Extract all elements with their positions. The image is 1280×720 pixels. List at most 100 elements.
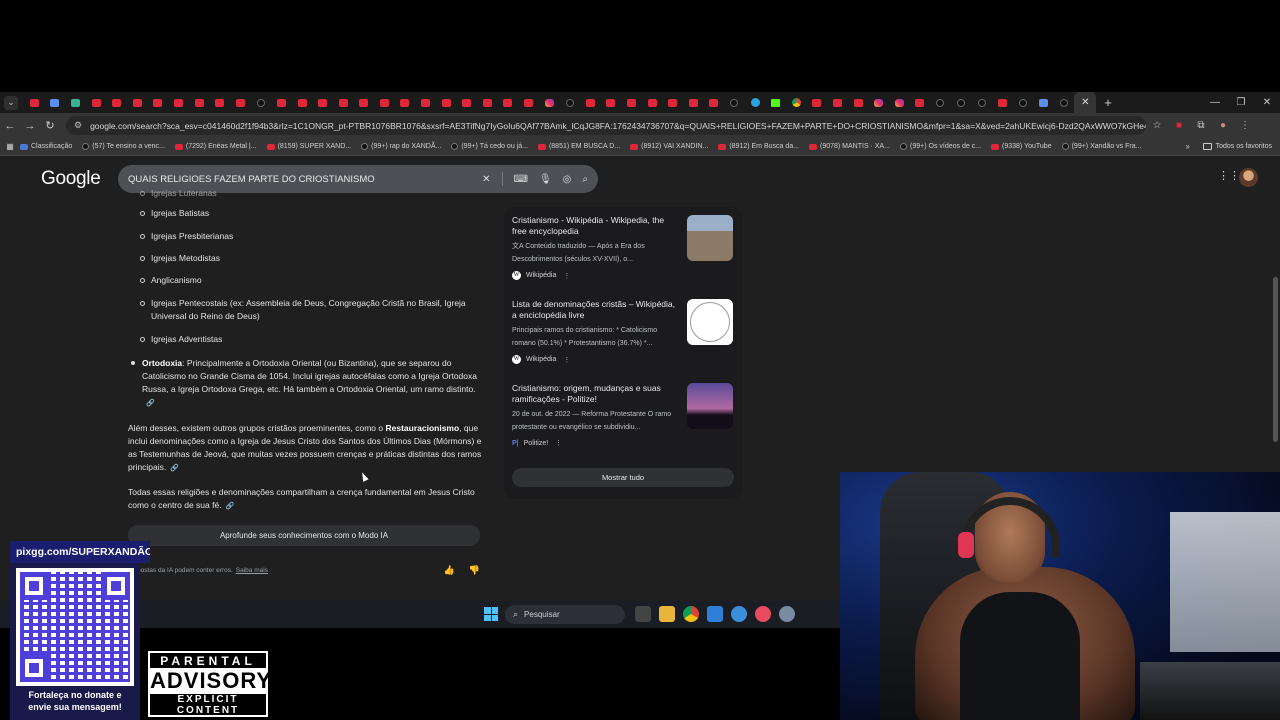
search-icon[interactable]: ⌕: [582, 174, 588, 185]
close-window-icon[interactable]: ✕: [1254, 92, 1280, 113]
browser-tab[interactable]: [86, 92, 107, 113]
bookmark-item[interactable]: (99+) rap do XANDÃ...: [361, 143, 441, 150]
task-view-icon[interactable]: [635, 606, 651, 622]
tab-active[interactable]: ✕: [1074, 92, 1097, 113]
browser-tab[interactable]: [24, 92, 45, 113]
link-icon[interactable]: 🔗: [170, 462, 179, 475]
browser-tab[interactable]: [498, 92, 519, 113]
browser-tab[interactable]: [601, 92, 622, 113]
browser-tab[interactable]: [868, 92, 889, 113]
browser-tab[interactable]: [930, 92, 951, 113]
more-bookmarks-icon[interactable]: »: [1186, 142, 1190, 151]
site-info-icon[interactable]: ⚙: [74, 120, 82, 131]
browser-tab[interactable]: [436, 92, 457, 113]
more-options-icon[interactable]: ⋮: [555, 439, 562, 447]
settings-icon[interactable]: [779, 606, 795, 622]
apps-icon[interactable]: ▦: [0, 142, 20, 151]
bookmark-item[interactable]: Classificação: [20, 143, 72, 150]
browser-tab[interactable]: [745, 92, 766, 113]
more-options-icon[interactable]: ⋮: [563, 272, 570, 280]
browser-tab[interactable]: [374, 92, 395, 113]
new-tab-icon[interactable]: +: [1104, 95, 1112, 110]
browser-tab[interactable]: [539, 92, 560, 113]
google-logo[interactable]: Google: [41, 168, 101, 190]
address-bar[interactable]: ⚙ google.com/search?sca_esv=c041460d2f1f…: [66, 116, 1146, 135]
show-all-button[interactable]: Mostrar tudo: [512, 468, 734, 487]
bookmark-item[interactable]: (8851) EM BUSCA D...: [537, 143, 620, 150]
browser-tab[interactable]: [230, 92, 251, 113]
browser-tab[interactable]: [45, 92, 66, 113]
browser-tab[interactable]: [189, 92, 210, 113]
forward-icon[interactable]: →: [20, 120, 40, 132]
browser-tab[interactable]: [580, 92, 601, 113]
browser-tab[interactable]: [621, 92, 642, 113]
app-icon[interactable]: [731, 606, 747, 622]
close-icon[interactable]: ✕: [1081, 97, 1089, 108]
browser-tab[interactable]: [1054, 92, 1075, 113]
extensions-puzzle-icon[interactable]: ⧉: [1190, 120, 1212, 131]
browser-tab[interactable]: [662, 92, 683, 113]
browser-tab[interactable]: [704, 92, 725, 113]
browser-tab[interactable]: [251, 92, 272, 113]
browser-tab[interactable]: [992, 92, 1013, 113]
browser-tab[interactable]: [354, 92, 375, 113]
source-thumbnail[interactable]: [687, 215, 733, 261]
avatar[interactable]: [1239, 168, 1258, 187]
browser-tab[interactable]: [271, 92, 292, 113]
tab-search-icon[interactable]: ⌄: [4, 95, 18, 110]
scrollbar[interactable]: [1273, 277, 1278, 442]
bookmark-item[interactable]: (99+) Os vídeos de c...: [900, 143, 981, 150]
bookmark-item[interactable]: (8159) SUPER XAND...: [266, 143, 351, 150]
browser-tab[interactable]: [395, 92, 416, 113]
windows-start-icon[interactable]: [484, 607, 498, 621]
bookmark-item[interactable]: (57) Te ensino a venc...: [82, 143, 165, 150]
bookmark-item[interactable]: (8912) VAI XANDIN...: [630, 143, 708, 150]
browser-tab[interactable]: [65, 92, 86, 113]
browser-tab[interactable]: [312, 92, 333, 113]
browser-tab[interactable]: [456, 92, 477, 113]
keyboard-icon[interactable]: ⌨: [514, 174, 528, 185]
store-icon[interactable]: [707, 606, 723, 622]
browser-tab[interactable]: [848, 92, 869, 113]
all-bookmarks-folder[interactable]: Todos os favoritos: [1202, 143, 1272, 150]
browser-tab[interactable]: [910, 92, 931, 113]
source-card[interactable]: Lista de denominações cristãs – Wikipédi…: [512, 299, 734, 379]
more-options-icon[interactable]: ⋮: [563, 356, 570, 364]
thumbs-down-icon[interactable]: 👎: [469, 565, 480, 576]
reload-icon[interactable]: ↻: [40, 119, 60, 132]
source-thumbnail[interactable]: [687, 383, 733, 429]
browser-tab[interactable]: [518, 92, 539, 113]
browser-tab[interactable]: [1033, 92, 1054, 113]
browser-tab[interactable]: [333, 92, 354, 113]
browser-tab[interactable]: [971, 92, 992, 113]
browser-tab[interactable]: [724, 92, 745, 113]
browser-tab[interactable]: [765, 92, 786, 113]
browser-tab[interactable]: [683, 92, 704, 113]
bookmark-item[interactable]: (8912) Em Busca da...: [718, 143, 799, 150]
browser-tab[interactable]: [889, 92, 910, 113]
bookmark-item[interactable]: (9078) MANTIS · XA...: [808, 143, 890, 150]
browser-tab[interactable]: [807, 92, 828, 113]
ai-mode-button[interactable]: Aprofunde seus conhecimentos com o Modo …: [128, 525, 480, 546]
source-thumbnail[interactable]: [687, 299, 733, 345]
menu-icon[interactable]: ⋮: [1234, 120, 1256, 131]
browser-tab[interactable]: [559, 92, 580, 113]
source-title[interactable]: Cristianismo - Wikipédia - Wikipedia, th…: [512, 215, 680, 237]
clear-icon[interactable]: ✕: [482, 174, 490, 185]
lens-icon[interactable]: ◎: [563, 174, 572, 185]
profile-avatar[interactable]: ●: [1212, 120, 1234, 131]
bookmark-item[interactable]: (7292) Enéas Metal |...: [174, 143, 257, 150]
taskbar-search[interactable]: ⌕ Pesquisar: [505, 605, 625, 624]
browser-tab[interactable]: [415, 92, 436, 113]
source-card[interactable]: Cristianismo - Wikipédia - Wikipedia, th…: [512, 215, 734, 295]
link-icon[interactable]: 🔗: [146, 397, 155, 410]
browser-tab[interactable]: [168, 92, 189, 113]
learn-more-link[interactable]: Saiba mais: [236, 567, 268, 574]
browser-tab[interactable]: [127, 92, 148, 113]
browser-tab[interactable]: [1013, 92, 1034, 113]
browser-tab[interactable]: [477, 92, 498, 113]
browser-tab[interactable]: [951, 92, 972, 113]
source-title[interactable]: Lista de denominações cristãs – Wikipédi…: [512, 299, 680, 321]
back-icon[interactable]: ←: [0, 120, 20, 132]
browser-tab[interactable]: [292, 92, 313, 113]
